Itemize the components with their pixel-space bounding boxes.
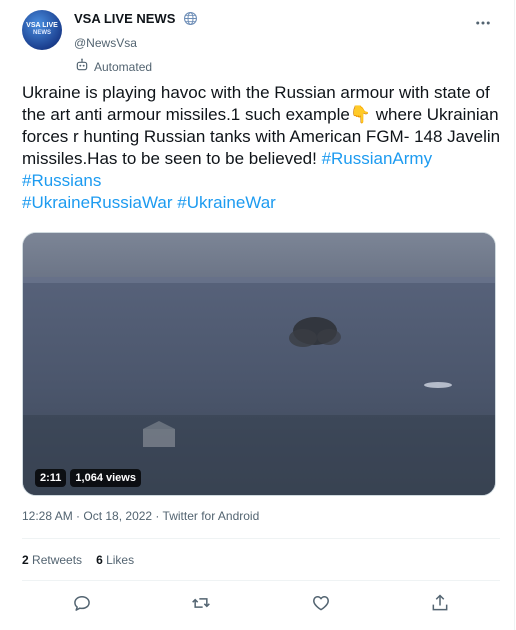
hashtag-link[interactable]: #Russians (22, 171, 101, 190)
divider (22, 538, 500, 539)
likes-count: 6 (96, 553, 103, 567)
divider (22, 580, 500, 581)
globe-icon (183, 11, 198, 31)
automated-label: Automated (74, 57, 198, 76)
tweet-card: VSA LIVE NEWS VSA LIVE NEWS @NewsVsa Aut… (0, 0, 515, 630)
tweet-date[interactable]: Oct 18, 2022 (83, 509, 152, 523)
tweet-source[interactable]: Twitter for Android (163, 509, 260, 523)
video-views: 1,064 views (70, 469, 141, 487)
retweets-label: Retweets (32, 553, 83, 567)
avatar-text-line1: VSA LIVE (26, 22, 58, 29)
avatar-text-line2: NEWS (33, 30, 51, 36)
likes-stat[interactable]: 6 Likes (96, 553, 134, 567)
tweet-text: Ukraine is playing havoc with the Russia… (22, 82, 502, 214)
tweet-meta: 12:28 AM · Oct 18, 2022 · Twitter for An… (22, 509, 259, 523)
reply-icon[interactable] (62, 589, 102, 617)
action-bar (22, 589, 500, 617)
video-badges: 2:11 1,064 views (35, 469, 141, 487)
meta-separator: · (152, 509, 163, 523)
share-icon[interactable] (420, 589, 460, 617)
hashtag-link[interactable]: #UkraineRussiaWar (22, 193, 173, 212)
retweet-icon[interactable] (181, 589, 221, 617)
video-player[interactable]: 2:11 1,064 views (22, 232, 496, 496)
retweets-count: 2 (22, 553, 29, 567)
avatar[interactable]: VSA LIVE NEWS (22, 10, 62, 50)
meta-separator: · (72, 509, 84, 523)
author-info: VSA LIVE NEWS @NewsVsa Automated (74, 10, 198, 76)
hashtag-link[interactable]: #RussianArmy (322, 149, 433, 168)
robot-icon (74, 57, 90, 76)
display-name[interactable]: VSA LIVE NEWS (74, 11, 175, 26)
tweet-time[interactable]: 12:28 AM (22, 509, 73, 523)
hashtag-link[interactable]: #UkraineWar (177, 193, 276, 212)
video-duration: 2:11 (35, 469, 67, 487)
likes-label: Likes (106, 553, 135, 567)
tweet-stats: 2 Retweets 6 Likes (22, 553, 134, 567)
handle[interactable]: @NewsVsa (74, 36, 198, 50)
more-icon[interactable] (474, 14, 492, 32)
automated-text: Automated (94, 59, 153, 74)
tweet-header: VSA LIVE NEWS VSA LIVE NEWS @NewsVsa Aut… (22, 10, 500, 74)
heart-icon[interactable] (301, 589, 341, 617)
video-thumbnail (23, 233, 495, 495)
retweets-stat[interactable]: 2 Retweets (22, 553, 82, 567)
